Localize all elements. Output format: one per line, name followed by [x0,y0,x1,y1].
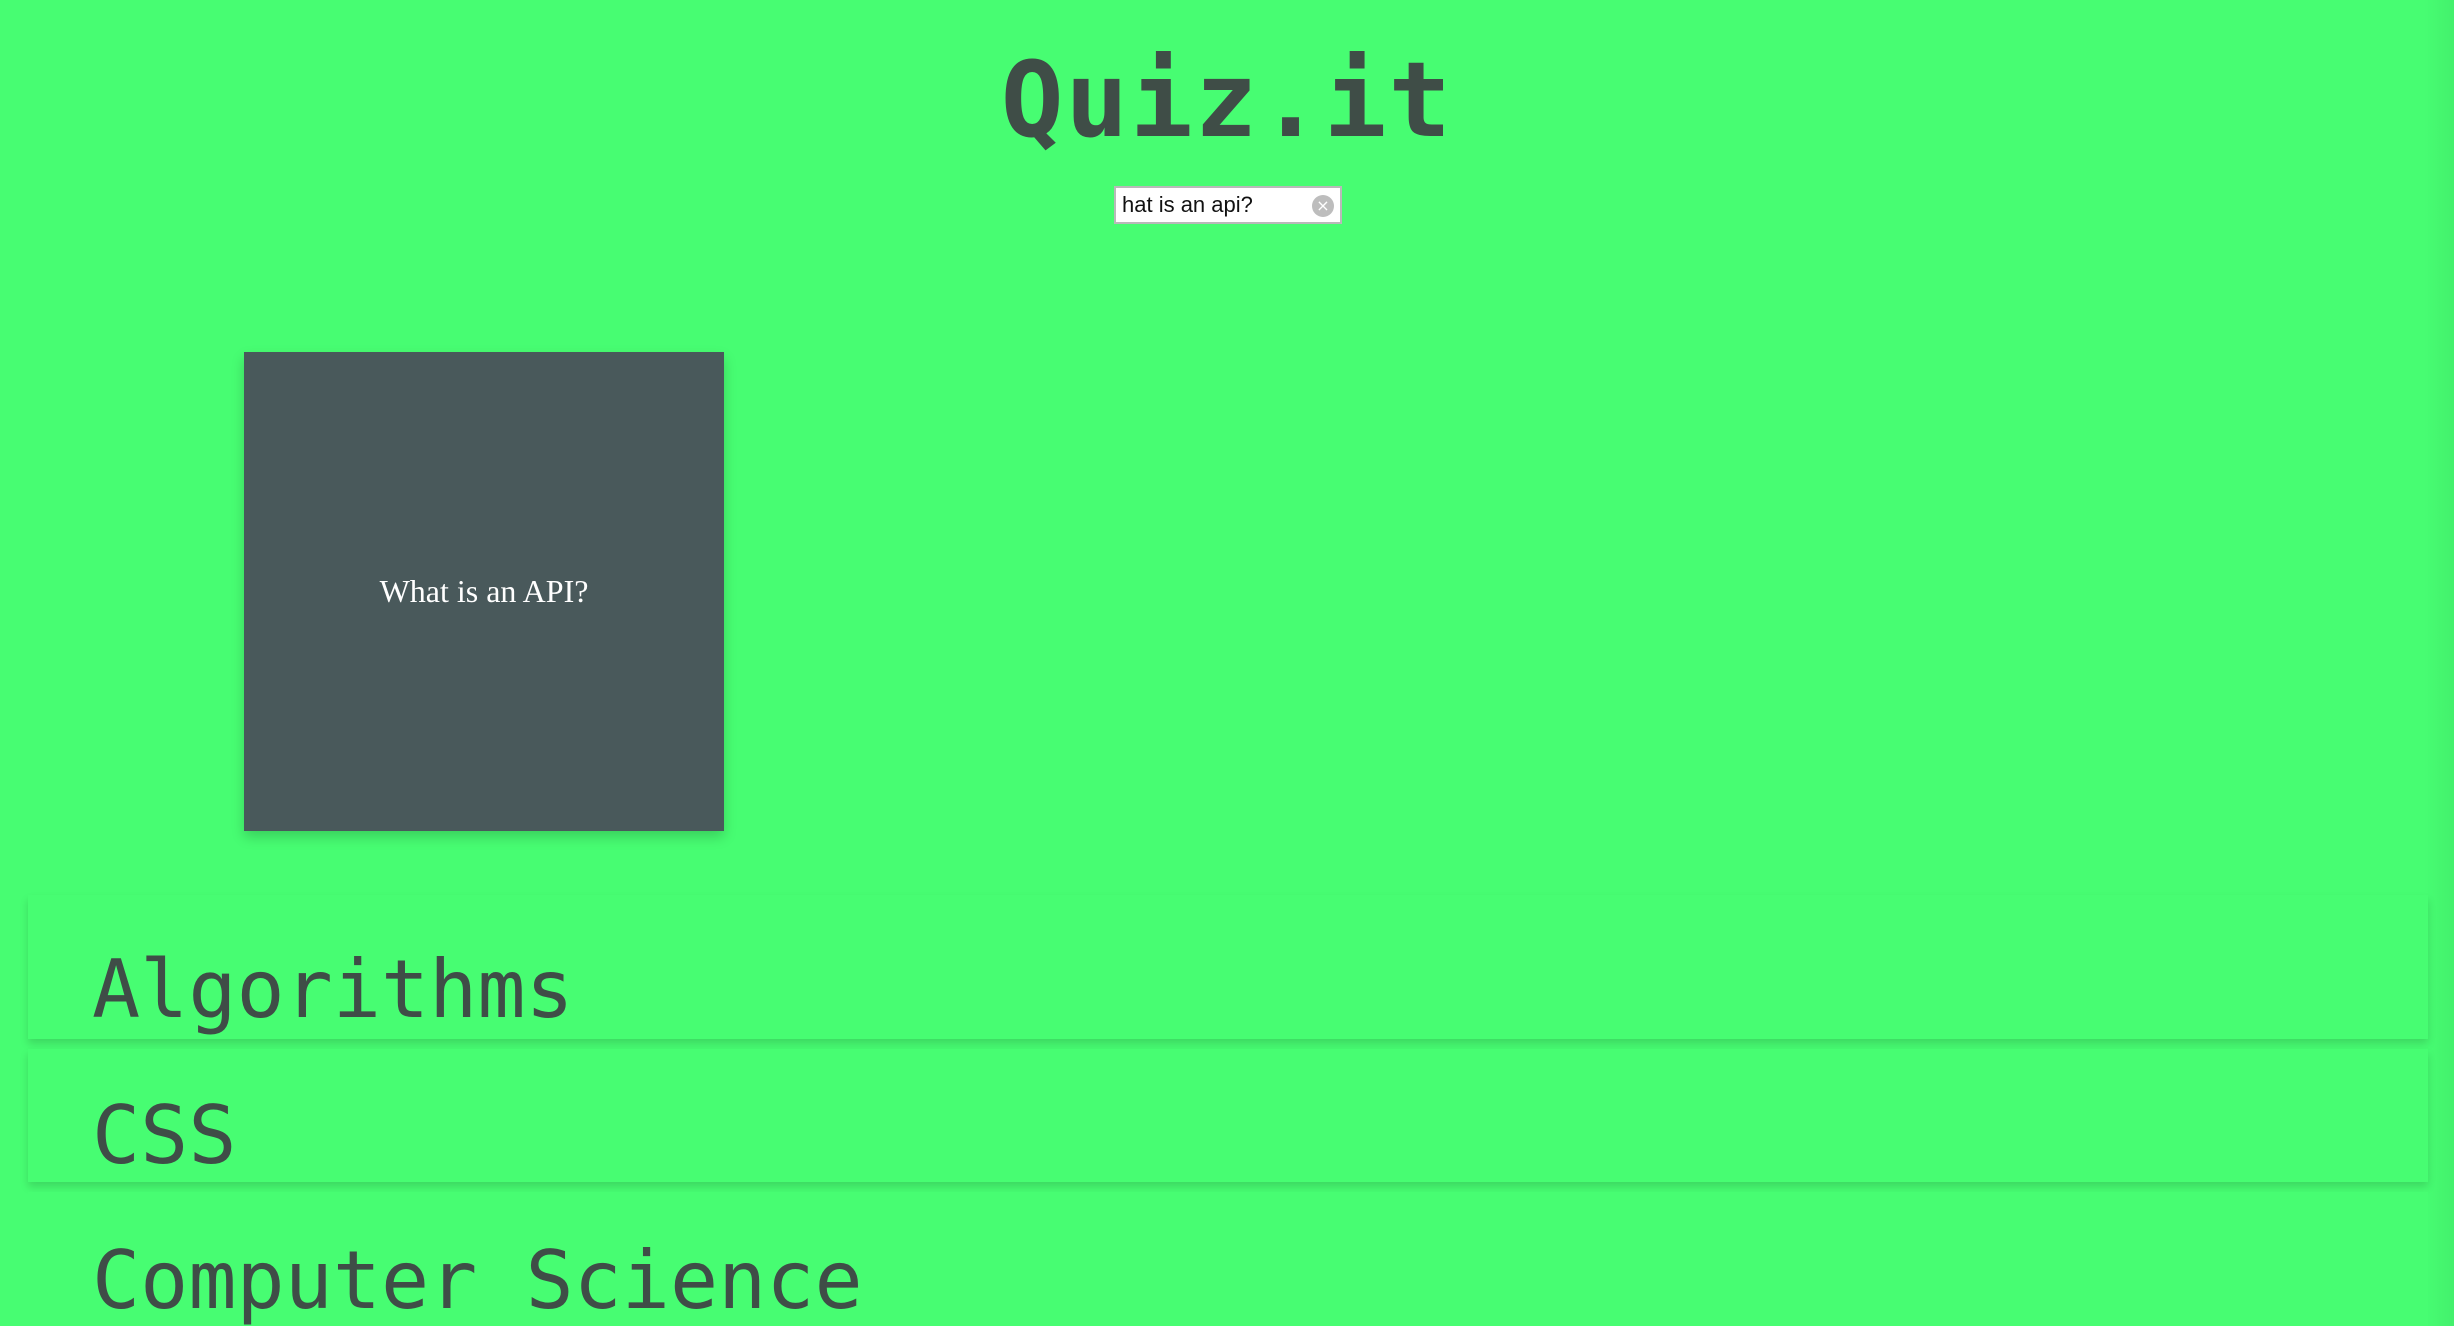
category-css[interactable]: CSS [28,1049,2428,1182]
result-card-question: What is an API? [379,573,589,609]
category-algorithms[interactable]: Algorithms [28,895,2428,1039]
category-label: Algorithms [92,943,574,1036]
page-edge-shadow [2424,0,2454,1326]
site-title: Quiz.it [1000,39,1454,161]
category-computer-science[interactable]: Computer Science [28,1192,2428,1326]
search-box[interactable]: × [1114,186,1342,224]
clear-search-icon[interactable]: × [1312,195,1334,217]
category-label: CSS [92,1089,237,1182]
result-card[interactable]: What is an API? [244,352,724,831]
category-label: Computer Science [92,1234,863,1326]
search-input[interactable] [1122,188,1300,222]
